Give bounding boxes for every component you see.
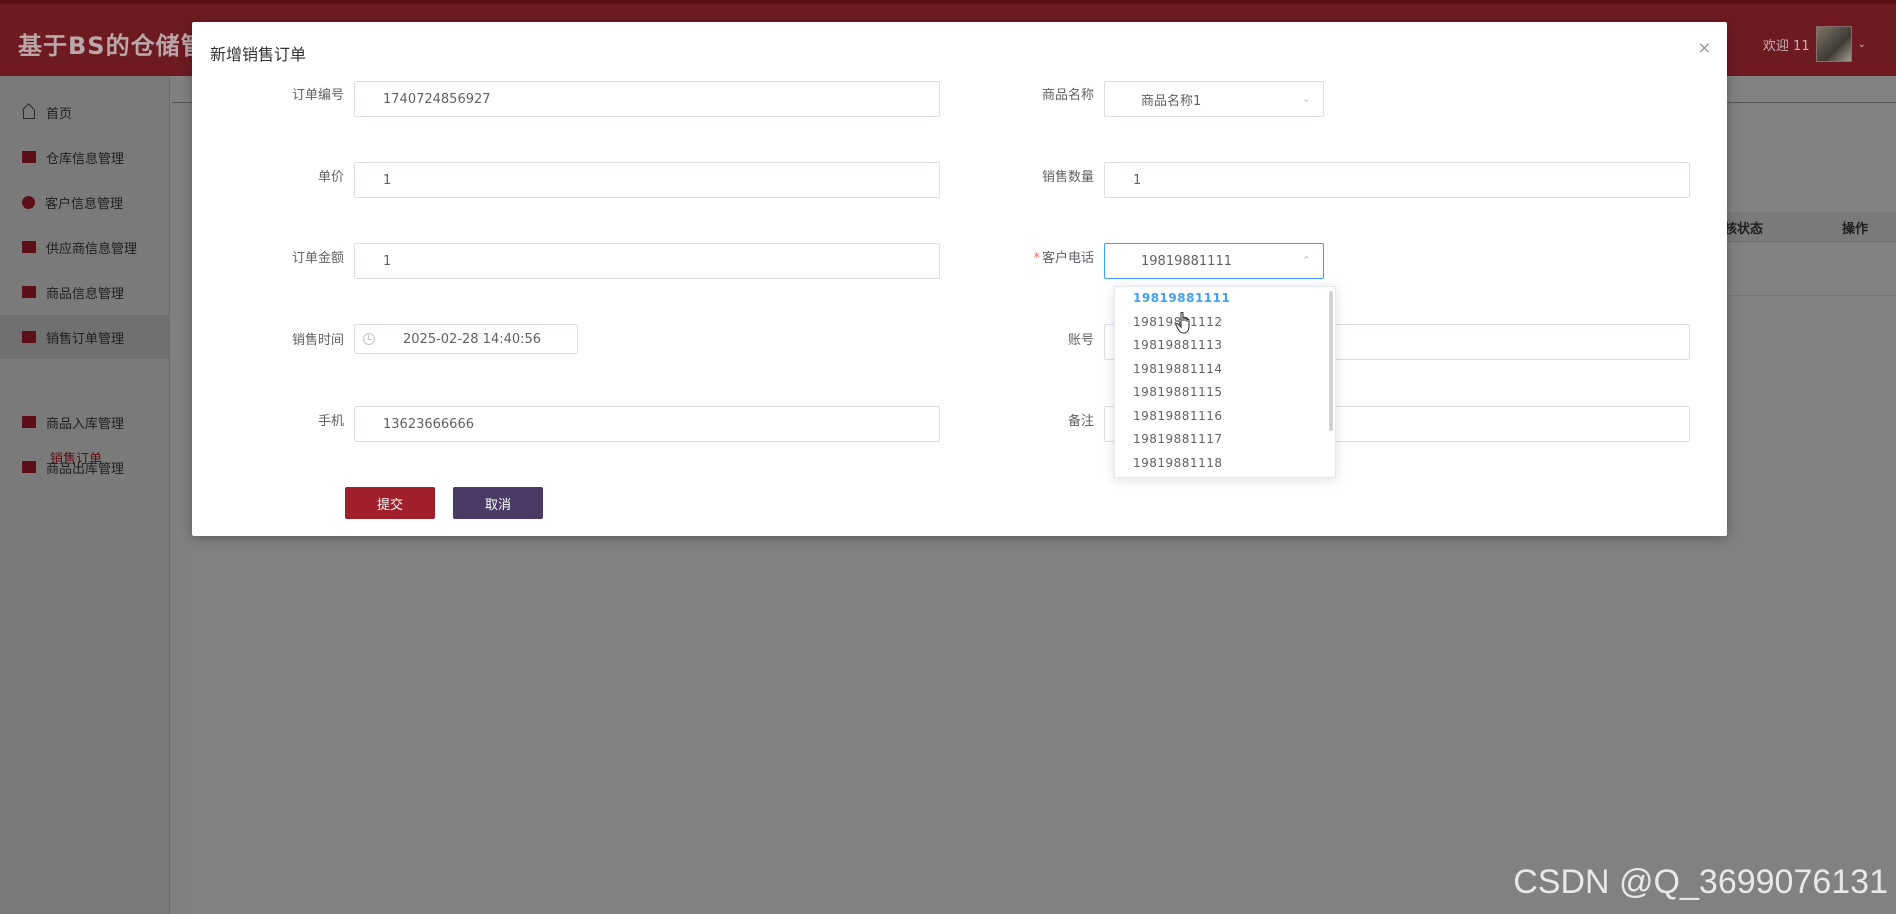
customer-phone-dropdown: 19819881111 19819881112 19819881113 1981… bbox=[1114, 286, 1336, 478]
sidebar-item-label: 供应商信息管理 bbox=[46, 241, 138, 257]
required-mark: * bbox=[1033, 251, 1040, 266]
order-no-label: 订单编号 bbox=[291, 88, 344, 103]
home-icon bbox=[22, 105, 36, 119]
sidebar-item-label: 商品入库管理 bbox=[46, 416, 125, 432]
dropdown-option[interactable]: 19819881118 bbox=[1115, 452, 1335, 476]
dropdown-option[interactable]: 19819881113 bbox=[1115, 334, 1335, 358]
sale-time-value: 2025-02-28 14:40:56 bbox=[403, 331, 542, 347]
close-icon[interactable]: × bbox=[1698, 38, 1711, 57]
chevron-down-icon: ⌄ bbox=[1301, 92, 1311, 105]
order-no-input[interactable]: 1740724856927 bbox=[354, 81, 940, 117]
quantity-input[interactable]: 1 bbox=[1104, 162, 1690, 198]
unit-price-label: 单价 bbox=[317, 170, 344, 185]
hand-pointer-icon bbox=[1176, 312, 1190, 334]
dropdown-option[interactable]: 19819881111 bbox=[1115, 287, 1335, 311]
customer-phone-value: 19819881111 bbox=[1141, 253, 1232, 269]
sidebar-item-label: 商品出库管理 bbox=[46, 461, 125, 477]
chevron-up-icon: ⌃ bbox=[1301, 254, 1311, 267]
supplier-icon bbox=[22, 241, 36, 253]
unit-price-value: 1 bbox=[383, 172, 392, 188]
warehouse-icon bbox=[22, 151, 36, 163]
quantity-label: 销售数量 bbox=[1041, 170, 1094, 185]
dropdown-option[interactable]: 19819881115 bbox=[1115, 381, 1335, 405]
customer-phone-label-text: 客户电话 bbox=[1041, 251, 1094, 266]
dropdown-option[interactable]: 19819881114 bbox=[1115, 358, 1335, 382]
sidebar-item-label: 销售订单管理 bbox=[46, 331, 125, 347]
sale-time-picker[interactable]: 2025-02-28 14:40:56 bbox=[354, 324, 578, 354]
customer-phone-label: * 客户电话 bbox=[1004, 247, 1094, 266]
sales-order-icon bbox=[22, 331, 36, 343]
sidebar-item-label: 仓库信息管理 bbox=[46, 151, 125, 167]
sidebar-item-label: 首页 bbox=[46, 106, 73, 122]
product-name-value: 商品名称1 bbox=[1141, 93, 1202, 109]
welcome-text: 欢迎 11 bbox=[1762, 38, 1810, 54]
remark-label: 备注 bbox=[1067, 414, 1094, 429]
dropdown-option[interactable]: 19819881112 bbox=[1115, 311, 1335, 335]
quantity-value: 1 bbox=[1133, 172, 1142, 188]
mobile-value: 13623666666 bbox=[383, 416, 474, 432]
mobile-input[interactable]: 13623666666 bbox=[354, 406, 940, 442]
sidebar-item-sales-order[interactable]: 销售订单管理 bbox=[0, 315, 170, 359]
column-header-status[interactable]: 核状态 bbox=[1724, 218, 1763, 237]
stock-in-icon bbox=[22, 416, 36, 428]
watermark: CSDN @Q_3699076131 bbox=[1513, 863, 1888, 901]
sidebar-item-home[interactable]: 首页 bbox=[0, 90, 170, 134]
sidebar-item-warehouse[interactable]: 仓库信息管理 bbox=[0, 135, 170, 179]
table-row bbox=[1700, 242, 1896, 296]
sidebar-item-stock-in[interactable]: 商品入库管理 bbox=[0, 400, 170, 444]
sidebar: 首页 仓库信息管理 客户信息管理 供应商信息管理 商品信息管理 销售订单管理 销… bbox=[0, 76, 170, 914]
sidebar-item-label: 商品信息管理 bbox=[46, 286, 125, 302]
dialog-title: 新增销售订单 bbox=[210, 45, 307, 64]
amount-value: 1 bbox=[383, 253, 392, 269]
submit-button[interactable]: 提交 bbox=[345, 487, 435, 519]
chevron-down-icon[interactable]: ⌄ bbox=[1858, 39, 1866, 50]
sidebar-item-label: 客户信息管理 bbox=[45, 196, 124, 212]
product-name-label: 商品名称 bbox=[1041, 88, 1094, 103]
dropdown-option[interactable]: 19819881117 bbox=[1115, 428, 1335, 452]
add-sales-order-dialog: 新增销售订单 × 订单编号 1740724856927 商品名称 商品名称1 ⌄… bbox=[192, 22, 1727, 536]
cancel-button[interactable]: 取消 bbox=[453, 487, 543, 519]
customer-phone-select[interactable]: 19819881111 ⌃ bbox=[1104, 243, 1324, 279]
product-name-select[interactable]: 商品名称1 ⌄ bbox=[1104, 81, 1324, 117]
dropdown-option[interactable]: 19819881116 bbox=[1115, 405, 1335, 429]
user-menu[interactable]: 欢迎 11 ⌄ bbox=[1763, 26, 1866, 62]
avatar[interactable] bbox=[1815, 26, 1852, 62]
amount-label: 订单金额 bbox=[291, 251, 344, 266]
clock-icon bbox=[363, 333, 375, 345]
amount-input[interactable]: 1 bbox=[354, 243, 940, 279]
stock-out-icon bbox=[22, 461, 36, 473]
column-header-actions[interactable]: 操作 bbox=[1842, 218, 1868, 237]
customer-icon bbox=[22, 195, 35, 209]
sidebar-item-stock-out[interactable]: 商品出库管理 bbox=[0, 445, 170, 489]
unit-price-input[interactable]: 1 bbox=[354, 162, 940, 198]
account-label: 账号 bbox=[1067, 333, 1094, 348]
product-icon bbox=[22, 286, 36, 298]
sidebar-item-product[interactable]: 商品信息管理 bbox=[0, 270, 170, 314]
sidebar-item-supplier[interactable]: 供应商信息管理 bbox=[0, 225, 170, 269]
dropdown-scrollbar[interactable] bbox=[1329, 291, 1333, 431]
sale-time-label: 销售时间 bbox=[291, 333, 344, 348]
order-no-value: 1740724856927 bbox=[383, 91, 491, 107]
sidebar-item-customer[interactable]: 客户信息管理 bbox=[0, 180, 170, 224]
mobile-label: 手机 bbox=[317, 414, 344, 429]
